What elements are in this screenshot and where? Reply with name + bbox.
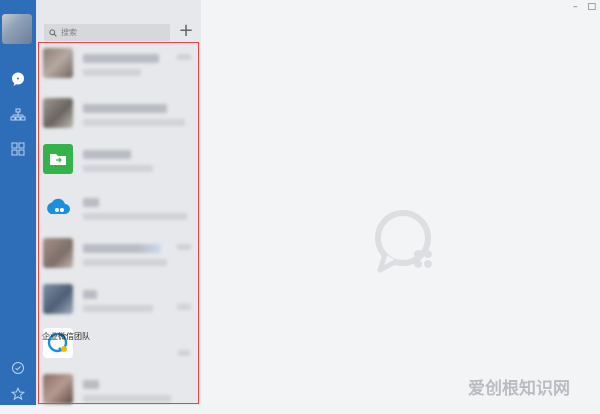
- navigation-rail: [0, 0, 36, 405]
- org-chart-icon[interactable]: [0, 104, 36, 126]
- chat-empty-area: – □: [201, 0, 600, 405]
- search-placeholder: 搜索: [61, 28, 77, 37]
- chat-icon[interactable]: [0, 68, 36, 90]
- wecom-logo-icon: [371, 207, 441, 281]
- favorites-star-icon[interactable]: [0, 383, 36, 405]
- minimize-button[interactable]: –: [573, 2, 578, 12]
- watermark: 爱创根知识网: [468, 374, 570, 399]
- wecom-window: 搜索 + 企业微信团队 – □ 爱创根知识网: [0, 0, 600, 405]
- todo-check-icon[interactable]: [0, 357, 36, 379]
- selection-highlight-box: [38, 42, 199, 404]
- maximize-button[interactable]: □: [587, 2, 596, 12]
- user-avatar[interactable]: [2, 14, 32, 44]
- window-controls: – □: [573, 2, 596, 12]
- add-button[interactable]: +: [176, 21, 196, 41]
- watermark-text: 爱创根知识网: [468, 379, 570, 399]
- search-input[interactable]: 搜索: [44, 24, 170, 41]
- search-icon: [49, 28, 57, 37]
- apps-grid-icon[interactable]: [0, 138, 36, 160]
